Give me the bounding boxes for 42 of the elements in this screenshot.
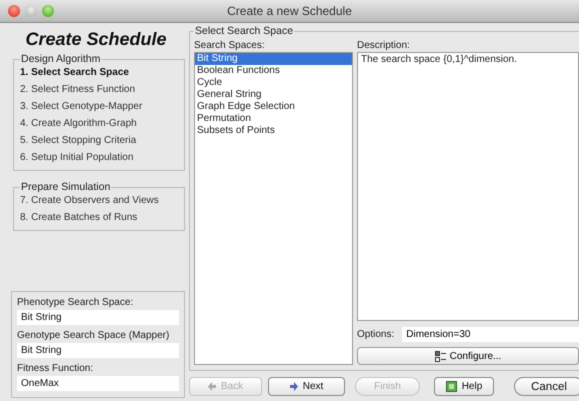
list-item[interactable]: Subsets of Points <box>195 125 352 137</box>
options-field[interactable]: Dimension=30 <box>402 327 579 342</box>
step-item[interactable]: 1. Select Search Space <box>20 65 178 82</box>
summary-label: Genotype Search Space (Mapper) <box>17 330 170 341</box>
minimize-icon[interactable] <box>25 5 37 17</box>
list-item[interactable]: Graph Edge Selection <box>195 101 352 113</box>
summary-field[interactable]: Bit String <box>17 310 179 325</box>
wizard-heading: Create Schedule <box>24 29 168 50</box>
options-label: Options: <box>357 329 394 340</box>
group-title: Design Algorithm <box>20 53 102 65</box>
help-icon <box>446 381 457 392</box>
list-item[interactable]: Bit String <box>195 53 352 65</box>
step-item[interactable]: 2. Select Fitness Function <box>20 82 178 99</box>
close-icon[interactable] <box>8 5 20 17</box>
cancel-button[interactable]: Cancel <box>514 377 579 396</box>
window-title: Create a new Schedule <box>227 4 352 18</box>
list-settings-icon <box>434 350 446 362</box>
configure-button[interactable]: Configure... <box>357 347 579 365</box>
summary-field[interactable]: OneMax <box>17 376 179 391</box>
list-label: Search Spaces: <box>194 40 266 51</box>
summary-field[interactable]: Bit String <box>17 343 179 358</box>
step-item[interactable]: 5. Select Stopping Criteria <box>20 133 178 150</box>
step-item[interactable]: 7. Create Observers and Views <box>20 193 178 210</box>
step-item[interactable]: 3. Select Genotype-Mapper <box>20 99 178 116</box>
right-arrow-icon <box>290 382 298 391</box>
step-item[interactable]: 4. Create Algorithm-Graph <box>20 116 178 133</box>
description-label: Description: <box>357 40 411 51</box>
summary-label: Fitness Function: <box>17 363 94 374</box>
step-item[interactable]: 6. Setup Initial Population <box>20 150 178 167</box>
group-title: Prepare Simulation <box>20 181 112 193</box>
group-title: Select Search Space <box>194 25 294 37</box>
list-item[interactable]: Permutation <box>195 113 352 125</box>
help-button[interactable]: Help <box>434 377 494 396</box>
step-item[interactable]: 8. Create Batches of Runs <box>20 210 178 227</box>
left-arrow-icon <box>208 382 216 391</box>
zoom-icon[interactable] <box>42 5 54 17</box>
description-text: The search space {0,1}^dimension. <box>357 52 579 321</box>
list-item[interactable]: Cycle <box>195 77 352 89</box>
summary-label: Phenotype Search Space: <box>17 297 134 308</box>
list-item[interactable]: General String <box>195 89 352 101</box>
next-button[interactable]: Next <box>268 377 345 396</box>
list-item[interactable]: Boolean Functions <box>195 65 352 77</box>
